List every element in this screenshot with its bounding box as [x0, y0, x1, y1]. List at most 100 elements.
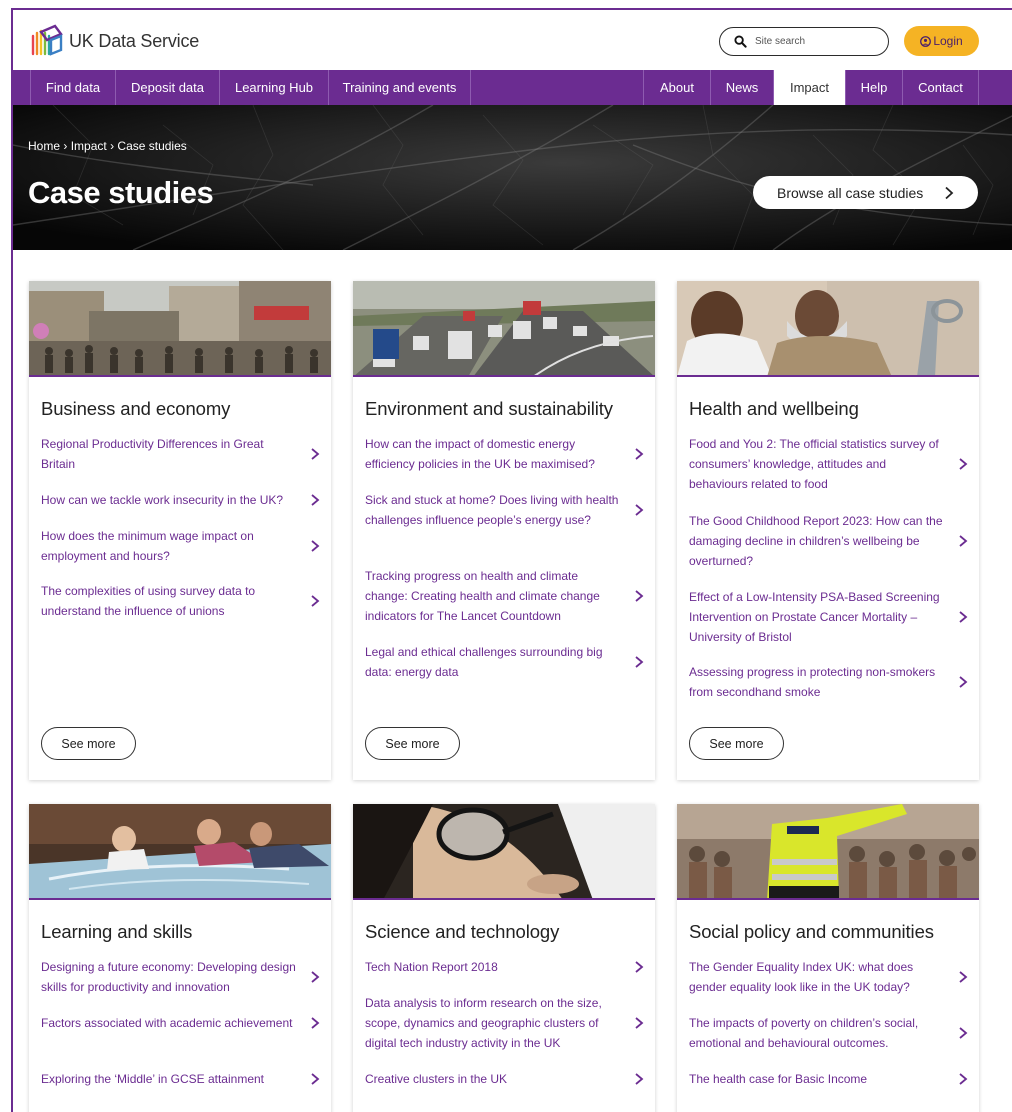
card-title: Health and wellbeing: [689, 398, 859, 419]
search-input[interactable]: [755, 36, 875, 47]
case-study-link[interactable]: Data analysis to inform research on the …: [365, 993, 650, 1053]
link-text: The impacts of poverty on children’s soc…: [689, 1016, 919, 1050]
nav-item-deposit-data[interactable]: Deposit data: [115, 70, 219, 105]
nav-label: News: [725, 80, 759, 95]
chevron-right-icon: [311, 971, 320, 983]
breadcrumb-current: Case studies: [117, 139, 187, 153]
case-study-link[interactable]: Effect of a Low-Intensity PSA-Based Scre…: [689, 587, 974, 647]
chevron-right-icon: [959, 1027, 968, 1039]
see-more-button[interactable]: See more: [689, 727, 784, 760]
link-text: The Good Childhood Report 2023: How can …: [689, 514, 943, 568]
case-study-link[interactable]: The Gender Equality Index UK: what does …: [689, 957, 974, 997]
page-title: Case studies: [28, 175, 214, 210]
breadcrumb: Home › Impact › Case studies: [28, 139, 187, 153]
card-title: Science and technology: [365, 921, 560, 942]
link-text: Sick and stuck at home? Does living with…: [365, 493, 619, 527]
chevron-right-icon: [635, 1073, 644, 1085]
login-button[interactable]: Login: [904, 26, 979, 56]
breadcrumb-separator: ›: [63, 139, 68, 153]
chevron-right-icon: [311, 494, 320, 506]
case-study-link[interactable]: Assessing progress in protecting non-smo…: [689, 662, 974, 702]
link-text: How does the minimum wage impact on empl…: [41, 529, 254, 563]
link-text: Data analysis to inform research on the …: [365, 996, 602, 1050]
chevron-right-icon: [959, 458, 968, 470]
card-title: Business and economy: [41, 398, 231, 419]
case-study-link[interactable]: Factors associated with academic achieve…: [41, 1013, 326, 1033]
chevron-right-icon: [635, 1017, 644, 1029]
link-text: Assessing progress in protecting non-smo…: [689, 665, 936, 699]
nav-item-find-data[interactable]: Find data: [30, 70, 115, 105]
hero-banner: Home › Impact › Case studies Case studie…: [13, 105, 1012, 250]
logo-text: UK Data Service: [69, 30, 200, 51]
chevron-right-icon: [635, 448, 644, 460]
link-text: The complexities of using survey data to…: [41, 584, 256, 618]
breadcrumb-separator: ›: [110, 139, 115, 153]
case-study-link[interactable]: How does the minimum wage impact on empl…: [41, 526, 326, 566]
link-text: Food and You 2: The official statistics …: [689, 437, 939, 491]
nav-item-contact[interactable]: Contact: [902, 70, 979, 105]
card-business-economy: Business and economy Regional Productivi…: [29, 281, 331, 780]
site-header: UK Data Service Login: [13, 10, 1012, 70]
card-title: Learning and skills: [41, 921, 193, 942]
site-logo[interactable]: UK Data Service: [29, 24, 199, 58]
browse-all-case-studies-button[interactable]: Browse all case studies: [753, 176, 978, 209]
link-text: Creative clusters in the UK: [365, 1072, 508, 1086]
chevron-right-icon: [959, 535, 968, 547]
case-study-link[interactable]: Tracking progress on health and climate …: [365, 566, 650, 626]
chevron-right-icon: [311, 1073, 320, 1085]
breadcrumb-home[interactable]: Home: [28, 139, 60, 153]
site-search[interactable]: [719, 27, 889, 56]
card-learning-skills: Learning and skills Designing a future e…: [29, 804, 331, 1112]
case-study-link[interactable]: The complexities of using survey data to…: [41, 581, 326, 621]
chevron-right-icon: [635, 656, 644, 668]
case-study-link[interactable]: Designing a future economy: Developing d…: [41, 957, 326, 997]
nav-label: Contact: [918, 80, 963, 95]
link-text: Factors associated with academic achieve…: [41, 1016, 293, 1030]
case-study-link[interactable]: How can the impact of domestic energy ef…: [365, 434, 650, 474]
link-text: How can we tackle work insecurity in the…: [41, 493, 284, 507]
nav-item-news[interactable]: News: [710, 70, 773, 105]
see-more-button[interactable]: See more: [365, 727, 460, 760]
chevron-right-icon: [959, 611, 968, 623]
nav-label: About: [660, 80, 694, 95]
link-text: Effect of a Low-Intensity PSA-Based Scre…: [689, 590, 940, 644]
case-study-link[interactable]: The Good Childhood Report 2023: How can …: [689, 511, 974, 571]
case-study-link[interactable]: Creative clusters in the UK: [365, 1069, 650, 1089]
chevron-right-icon: [959, 971, 968, 983]
chevron-right-icon: [635, 504, 644, 516]
nav-label: Help: [860, 80, 888, 95]
case-study-link[interactable]: The impacts of poverty on children’s soc…: [689, 1013, 974, 1053]
case-study-link[interactable]: The health case for Basic Income: [689, 1069, 974, 1089]
card-social-policy-communities: Social policy and communities The Gender…: [677, 804, 979, 1112]
nav-item-training-events[interactable]: Training and events: [328, 70, 471, 105]
nav-item-help[interactable]: Help: [845, 70, 902, 105]
link-text: Tech Nation Report 2018: [365, 960, 498, 974]
nav-item-about[interactable]: About: [643, 70, 710, 105]
nav-item-learning-hub[interactable]: Learning Hub: [219, 70, 328, 105]
card-image-glasses: [353, 804, 655, 900]
breadcrumb-impact[interactable]: Impact: [71, 139, 107, 153]
case-study-link[interactable]: Regional Productivity Differences in Gre…: [41, 434, 326, 474]
nav-item-impact[interactable]: Impact: [773, 70, 845, 105]
nav-label: Find data: [45, 80, 101, 95]
main-nav: Find data Deposit data Learning Hub Trai…: [13, 70, 1012, 105]
chevron-right-icon: [959, 676, 968, 688]
link-text: Regional Productivity Differences in Gre…: [41, 437, 264, 471]
link-text: How can the impact of domestic energy ef…: [365, 437, 595, 471]
card-environment-sustainability: Environment and sustainability How can t…: [353, 281, 655, 780]
case-study-link[interactable]: How can we tackle work insecurity in the…: [41, 490, 326, 510]
case-study-link[interactable]: Food and You 2: The official statistics …: [689, 434, 974, 494]
see-more-button[interactable]: See more: [41, 727, 136, 760]
user-icon: [920, 35, 932, 47]
case-study-link[interactable]: Exploring the ‘Middle’ in GCSE attainmen…: [41, 1069, 326, 1089]
chevron-right-icon: [959, 1073, 968, 1085]
chevron-right-icon: [311, 540, 320, 552]
case-study-link[interactable]: Legal and ethical challenges surrounding…: [365, 642, 650, 682]
page-frame: UK Data Service Login Find data Deposit …: [11, 8, 1012, 1112]
card-health-wellbeing: Health and wellbeing Food and You 2: The…: [677, 281, 979, 780]
case-study-link[interactable]: Tech Nation Report 2018: [365, 957, 650, 977]
nav-label: Learning Hub: [234, 80, 314, 95]
link-text: Designing a future economy: Developing d…: [41, 960, 296, 994]
case-study-link[interactable]: Sick and stuck at home? Does living with…: [365, 490, 650, 530]
search-icon: [734, 35, 747, 48]
